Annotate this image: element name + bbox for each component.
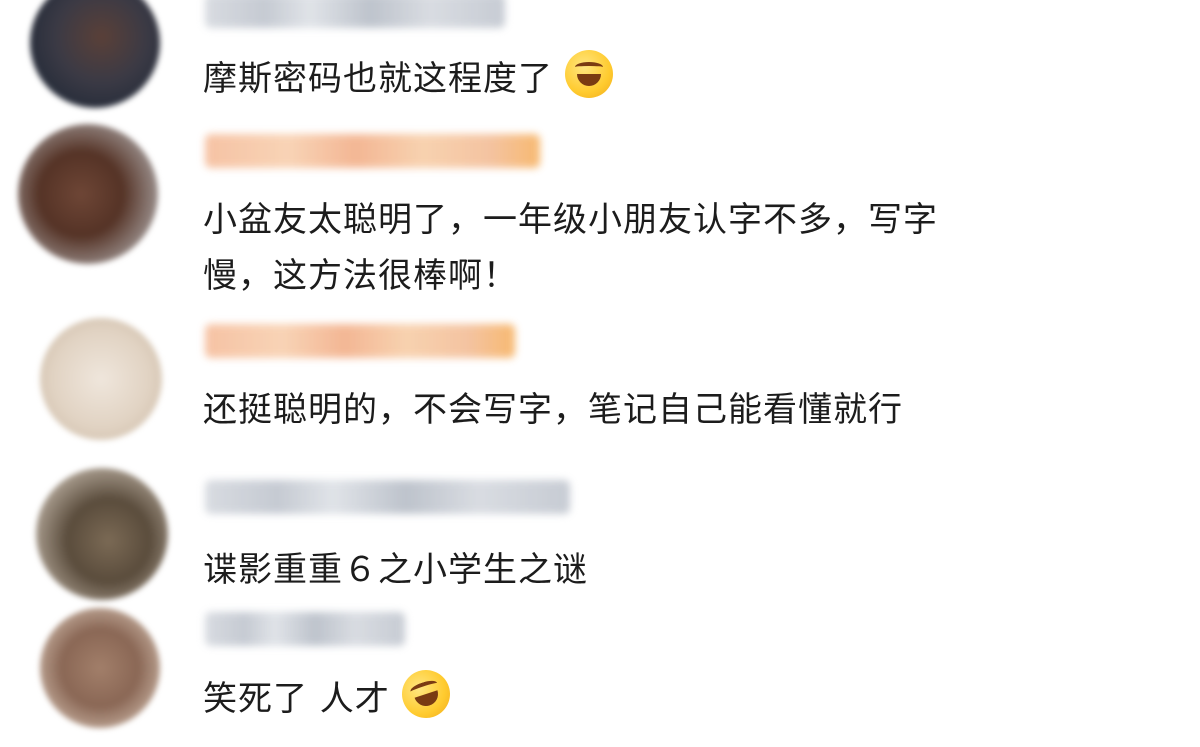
comment-text-content: 笑死了 人才 bbox=[203, 679, 390, 719]
comment-text: 摩斯密码也就这程度了 bbox=[203, 50, 613, 107]
laughing-tears-icon bbox=[565, 50, 613, 98]
avatar[interactable] bbox=[18, 124, 158, 264]
comment-text-content: 还挺聪明的，不会写字，笔记自己能看懂就行 bbox=[203, 390, 903, 430]
username-blurred[interactable] bbox=[205, 612, 405, 646]
avatar[interactable] bbox=[40, 608, 160, 728]
username-blurred[interactable] bbox=[205, 134, 540, 168]
comment-text-line: 小盆友太聪明了，一年级小朋友认字不多，写字 bbox=[203, 200, 938, 240]
comment-item: 谍影重重６之小学生之谜 bbox=[0, 460, 1200, 600]
comment-text-content: 摩斯密码也就这程度了 bbox=[203, 59, 553, 99]
comment-item: 摩斯密码也就这程度了 bbox=[0, 0, 1200, 120]
comment-text: 笑死了 人才 bbox=[203, 663, 457, 727]
avatar[interactable] bbox=[40, 318, 162, 440]
username-blurred[interactable] bbox=[205, 0, 505, 28]
rolling-laughing-icon bbox=[395, 663, 457, 725]
username-blurred[interactable] bbox=[205, 480, 570, 514]
username-blurred[interactable] bbox=[205, 324, 515, 358]
comment-list: 摩斯密码也就这程度了 小盆友太聪明了，一年级小朋友认字不多，写字 慢，这方法很棒… bbox=[0, 0, 1200, 747]
comment-item: 还挺聪明的，不会写字，笔记自己能看懂就行 bbox=[0, 310, 1200, 460]
comment-item: 笑死了 人才 bbox=[0, 600, 1200, 747]
comment-text: 谍影重重６之小学生之谜 bbox=[203, 542, 588, 598]
avatar[interactable] bbox=[36, 468, 168, 600]
comment-item: 小盆友太聪明了，一年级小朋友认字不多，写字 慢，这方法很棒啊！ bbox=[0, 120, 1200, 310]
comment-text-line: 慢，这方法很棒啊！ bbox=[203, 256, 518, 296]
avatar[interactable] bbox=[30, 0, 160, 108]
comment-text-content: 谍影重重６之小学生之谜 bbox=[203, 550, 588, 590]
comment-text: 还挺聪明的，不会写字，笔记自己能看懂就行 bbox=[203, 382, 903, 438]
comment-text: 小盆友太聪明了，一年级小朋友认字不多，写字 慢，这方法很棒啊！ bbox=[203, 192, 938, 304]
